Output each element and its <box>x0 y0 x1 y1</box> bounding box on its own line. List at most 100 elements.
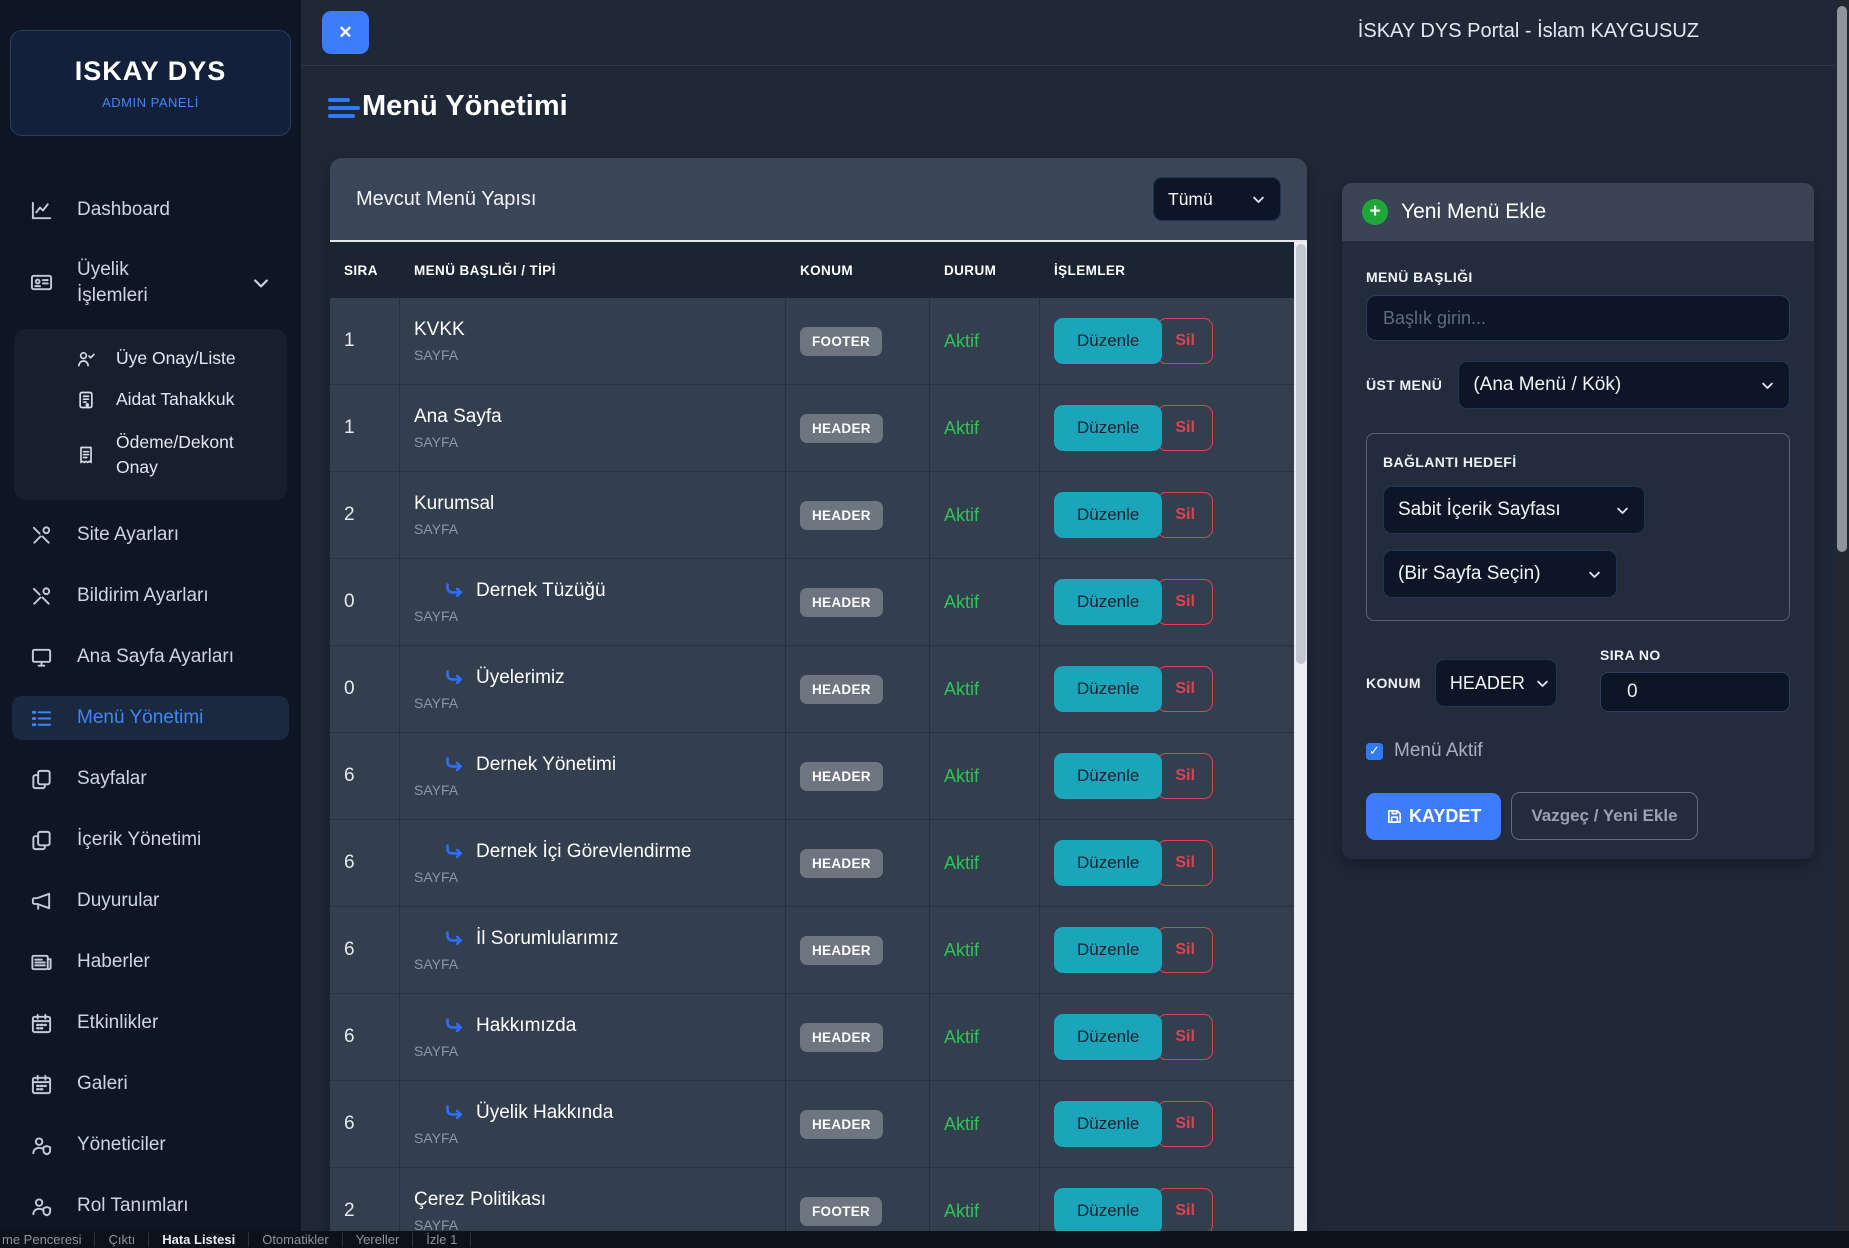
delete-button[interactable]: Sil <box>1157 1188 1213 1231</box>
location-badge: FOOTER <box>800 327 882 356</box>
menu-title: Üyelik Hakkında <box>476 1102 613 1124</box>
edit-button[interactable]: Düzenle <box>1054 405 1162 451</box>
sidebar-item-site-ayarlari[interactable]: Site Ayarları <box>12 513 289 557</box>
sidebar-item-aidat-tahakkuk[interactable]: Aidat Tahakkuk <box>14 384 287 415</box>
row-order: 6 <box>330 907 400 993</box>
cancel-button[interactable]: Vazgeç / Yeni Ekle <box>1511 792 1697 840</box>
menu-type: SAYFA <box>414 1043 458 1059</box>
delete-button[interactable]: Sil <box>1157 492 1213 538</box>
sidebar-item-galeri[interactable]: Galeri <box>12 1062 289 1106</box>
sidebar-item-ana-sayfa-ayarlari[interactable]: Ana Sayfa Ayarları <box>12 635 289 679</box>
sidebar-item-uyelik-islemleri[interactable]: Üyelik İşlemleri <box>12 249 289 316</box>
target-type-select[interactable]: Sabit İçerik Sayfası <box>1383 486 1645 534</box>
user-check-icon <box>76 349 96 369</box>
sidebar-item-bildirim-ayarlari[interactable]: Bildirim Ayarları <box>12 574 289 618</box>
sidebar-item-sayfalar[interactable]: Sayfalar <box>12 757 289 801</box>
table-row: 6 Dernek İçi Görevlendirme SAYFA HEADER … <box>330 820 1294 907</box>
menu-title-input[interactable] <box>1366 295 1790 341</box>
menu-type: SAYFA <box>414 1217 458 1231</box>
panel-tab[interactable]: me Penceresi <box>0 1232 95 1247</box>
panel-tab[interactable]: Hata Listesi <box>149 1232 249 1247</box>
row-order: 2 <box>330 1168 400 1231</box>
edit-button[interactable]: Düzenle <box>1054 840 1162 886</box>
sidebar-item-etkinlikler[interactable]: Etkinlikler <box>12 1001 289 1045</box>
edit-button[interactable]: Düzenle <box>1054 1188 1162 1231</box>
edit-button[interactable]: Düzenle <box>1054 318 1162 364</box>
link-target-fieldset: BAĞLANTI HEDEFİ Sabit İçerik Sayfası (Bi… <box>1366 433 1790 621</box>
sidebar-close-button[interactable]: ✕ <box>322 11 369 54</box>
panel-tab[interactable]: Çıktı <box>95 1232 149 1247</box>
sidebar-item-duyurular[interactable]: Duyurular <box>12 879 289 923</box>
menu-type: SAYFA <box>414 1130 458 1146</box>
menu-structure-card: Mevcut Menü Yapısı Tümü SIRAMENÜ BAŞLIĞI… <box>330 158 1307 1231</box>
edit-button[interactable]: Düzenle <box>1054 666 1162 712</box>
submenu-arrow-icon <box>444 929 465 950</box>
table-scrollbar-thumb[interactable] <box>1296 244 1306 664</box>
sidebar-item-odeme-dekont-onay[interactable]: Ödeme/Dekont Onay <box>14 425 287 484</box>
calendar-icon <box>30 1073 53 1096</box>
page-scrollbar-thumb[interactable] <box>1837 6 1847 552</box>
menu-title: Dernek Yönetimi <box>476 754 616 776</box>
sidebar-item-yoneticiler[interactable]: Yöneticiler <box>12 1123 289 1167</box>
delete-button[interactable]: Sil <box>1157 1014 1213 1060</box>
row-order: 2 <box>330 472 400 558</box>
order-number-input[interactable] <box>1600 672 1790 712</box>
location-value: HEADER <box>1450 673 1525 694</box>
file-invoice-icon <box>76 390 96 410</box>
column-header: DURUM <box>930 263 1040 278</box>
delete-button[interactable]: Sil <box>1157 840 1213 886</box>
row-title-cell: Ana Sayfa SAYFA <box>400 385 786 471</box>
parent-menu-select[interactable]: (Ana Menü / Kök) <box>1458 361 1790 409</box>
row-order: 1 <box>330 298 400 384</box>
menu-title: Kurumsal <box>414 493 494 515</box>
status-text: Aktif <box>944 1114 979 1135</box>
table-row: 1 Ana Sayfa SAYFA HEADER Aktif Düzenle S… <box>330 385 1294 472</box>
table-row: 2 Çerez Politikası SAYFA FOOTER Aktif Dü… <box>330 1168 1294 1231</box>
edit-button[interactable]: Düzenle <box>1054 1014 1162 1060</box>
edit-button[interactable]: Düzenle <box>1054 1101 1162 1147</box>
edit-button[interactable]: Düzenle <box>1054 927 1162 973</box>
menu-title: Ana Sayfa <box>414 406 502 428</box>
page-head: Menü Yönetimi <box>328 90 568 123</box>
edit-button[interactable]: Düzenle <box>1054 492 1162 538</box>
sidebar-item-icerik-yonetimi[interactable]: İçerik Yönetimi <box>12 818 289 862</box>
card-title: Mevcut Menü Yapısı <box>356 188 536 211</box>
receipt-icon <box>76 445 96 465</box>
delete-button[interactable]: Sil <box>1157 927 1213 973</box>
target-page-select[interactable]: (Bir Sayfa Seçin) <box>1383 550 1617 598</box>
chevron-down-icon <box>1760 378 1775 393</box>
panel-tab[interactable]: İzle 1 <box>413 1232 471 1247</box>
delete-button[interactable]: Sil <box>1157 666 1213 712</box>
sidebar-item-label: Üye Onay/Liste <box>116 348 236 369</box>
menu-title: İl Sorumlularımız <box>476 928 619 950</box>
menu-active-checkbox[interactable]: ✓ <box>1366 743 1383 760</box>
delete-button[interactable]: Sil <box>1157 753 1213 799</box>
chevron-down-icon <box>1251 192 1266 207</box>
sidebar-item-label: Ödeme/Dekont Onay <box>116 430 246 479</box>
location-badge: HEADER <box>800 588 883 617</box>
menu-type: SAYFA <box>414 695 458 711</box>
filter-select[interactable]: Tümü <box>1153 177 1281 221</box>
sidebar-item-rol-tanimlari[interactable]: Rol Tanımları <box>12 1184 289 1228</box>
parent-menu-label: ÜST MENÜ <box>1366 377 1442 393</box>
edit-button[interactable]: Düzenle <box>1054 753 1162 799</box>
panel-tab[interactable]: Yereller <box>343 1232 414 1247</box>
menu-type: SAYFA <box>414 956 458 972</box>
delete-button[interactable]: Sil <box>1157 405 1213 451</box>
edit-button[interactable]: Düzenle <box>1054 579 1162 625</box>
sidebar-item-label: İçerik Yönetimi <box>77 829 201 851</box>
save-button[interactable]: KAYDET <box>1366 793 1501 840</box>
row-title-cell: Kurumsal SAYFA <box>400 472 786 558</box>
delete-button[interactable]: Sil <box>1157 1101 1213 1147</box>
sidebar-item-uye-onay-liste[interactable]: Üye Onay/Liste <box>14 343 287 374</box>
table-row: 0 Dernek Tüzüğü SAYFA HEADER Aktif Düzen… <box>330 559 1294 646</box>
sidebar-item-dashboard[interactable]: Dashboard <box>12 188 289 232</box>
delete-button[interactable]: Sil <box>1157 318 1213 364</box>
column-header: MENÜ BAŞLIĞI / TİPİ <box>400 263 786 278</box>
delete-button[interactable]: Sil <box>1157 579 1213 625</box>
location-select[interactable]: HEADER <box>1435 659 1557 707</box>
submenu-arrow-icon <box>444 755 465 776</box>
panel-tab[interactable]: Otomatikler <box>249 1232 342 1247</box>
sidebar-item-menu-yonetimi[interactable]: Menü Yönetimi <box>12 696 289 740</box>
sidebar-item-haberler[interactable]: Haberler <box>12 940 289 984</box>
